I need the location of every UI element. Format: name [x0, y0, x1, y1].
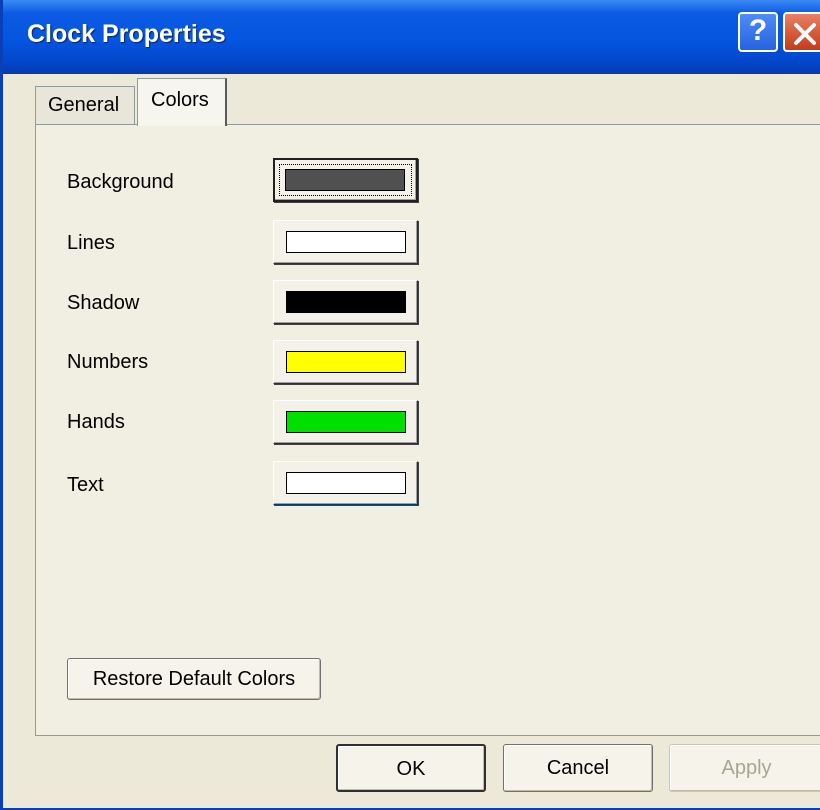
apply-button[interactable]: Apply — [669, 744, 820, 792]
clock-properties-dialog: Clock Properties ? General Colors Backgr… — [0, 0, 820, 810]
lines-color-button[interactable] — [273, 220, 418, 264]
title-bar[interactable]: Clock Properties ? — [3, 0, 820, 74]
close-icon — [794, 23, 816, 45]
shadow-color-button[interactable] — [273, 280, 418, 324]
lines-color-swatch — [286, 231, 406, 253]
numbers-color-button[interactable] — [273, 340, 418, 384]
numbers-color-swatch — [286, 351, 406, 373]
close-button[interactable] — [783, 12, 820, 52]
tab-general-label: General — [48, 94, 120, 116]
numbers-label: Numbers — [67, 351, 149, 373]
text-label: Text — [67, 474, 104, 496]
help-button[interactable]: ? — [738, 12, 778, 52]
shadow-label: Shadow — [67, 292, 140, 314]
text-color-button[interactable] — [273, 461, 418, 505]
hands-color-button[interactable] — [273, 400, 418, 444]
restore-default-colors-button[interactable]: Restore Default Colors — [67, 658, 321, 700]
hands-label: Hands — [67, 411, 125, 433]
help-icon: ? — [748, 14, 768, 47]
tab-general[interactable]: General — [35, 86, 135, 126]
background-label: Background — [67, 171, 174, 193]
lines-label: Lines — [67, 232, 115, 254]
colors-tab-panel — [35, 124, 820, 736]
background-color-swatch — [285, 169, 405, 191]
window-title: Clock Properties — [27, 20, 226, 48]
tab-colors[interactable]: Colors — [137, 78, 227, 126]
cancel-button[interactable]: Cancel — [503, 744, 653, 792]
text-color-swatch — [286, 472, 406, 494]
tab-colors-label: Colors — [151, 89, 209, 111]
hands-color-swatch — [286, 411, 406, 433]
background-color-button[interactable] — [273, 158, 418, 202]
shadow-color-swatch — [286, 291, 406, 313]
ok-button[interactable]: OK — [336, 744, 486, 792]
